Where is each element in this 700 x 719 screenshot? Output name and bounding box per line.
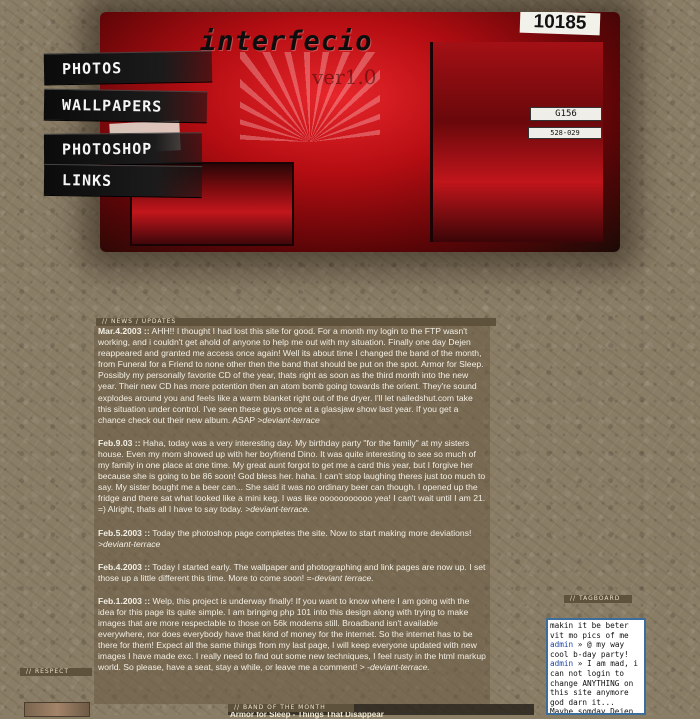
news-entry: Feb.5.2003 :: Today the photoshop page c…: [98, 528, 486, 550]
news-entry: Feb.9.03 :: Haha, today was a very inter…: [98, 438, 486, 516]
news-text: Haha, today was a very interesting day. …: [98, 437, 486, 515]
tag-message: makin it be beter vit mo pics of me: [550, 621, 629, 640]
nav-wallpapers[interactable]: WALLPAPERS: [43, 88, 208, 124]
banner-plate-small: 528-029: [528, 127, 602, 139]
site-logo[interactable]: interfecio: [200, 26, 373, 57]
tag-author-link[interactable]: admin: [550, 640, 573, 649]
band-of-month-title[interactable]: Armor for Sleep - Things That Disappear: [230, 711, 384, 719]
news-entry: Feb.4.2003 :: Today I started early. The…: [98, 562, 486, 584]
news-date: Feb.5.2003 ::: [98, 527, 151, 538]
news-entry: Feb.1.2003 :: Welp, this project is unde…: [98, 596, 486, 674]
band-of-month-header: // BAND OF THE MONTH: [228, 704, 354, 712]
nav-links[interactable]: LINKS: [43, 163, 203, 199]
news-signature: >deviant-terrace.: [245, 504, 310, 515]
tagboard[interactable]: makin it be beter vit mo pics of me admi…: [546, 618, 646, 715]
news-signature: >deviant-terrace: [257, 414, 320, 425]
news-date: Feb.9.03 ::: [98, 437, 141, 448]
tagboard-header: // TAGBOARD: [564, 595, 632, 603]
news-panel: Mar.4.2003 :: AHH!! I thought I had lost…: [94, 326, 490, 704]
news-text: Today the photoshop page completes the s…: [150, 527, 472, 538]
news-text: Today I started early. The wallpaper and…: [98, 561, 486, 583]
news-entry: Mar.4.2003 :: AHH!! I thought I had lost…: [98, 326, 486, 426]
news-text: AHH!! I thought I had lost this site for…: [98, 326, 484, 425]
nav-photos[interactable]: PHOTOS: [43, 50, 213, 86]
news-date: Mar.4.2003 ::: [98, 326, 150, 336]
nav-photoshop[interactable]: PHOTOSHOP: [43, 132, 203, 166]
tag-author-link[interactable]: admin: [550, 659, 573, 668]
news-signature: >deviant-terrace: [98, 538, 161, 549]
site-version-watermark: ver1.0: [312, 65, 377, 89]
respect-header: // RESPECT: [20, 668, 92, 676]
news-date: Feb.1.2003 ::: [98, 595, 151, 606]
banner-plate-number: 10185: [519, 12, 601, 36]
news-section-header: // NEWS / UPDATES: [96, 318, 496, 326]
news-signature: deviant terrace.: [314, 572, 374, 583]
news-date: Feb.4.2003 ::: [98, 561, 151, 572]
news-text: Welp, this project is underway finally! …: [98, 595, 486, 673]
news-signature: deviant-terrace.: [370, 662, 430, 673]
banner-red-panel-right: [430, 42, 603, 242]
banner-plate-code: G156: [530, 107, 602, 121]
